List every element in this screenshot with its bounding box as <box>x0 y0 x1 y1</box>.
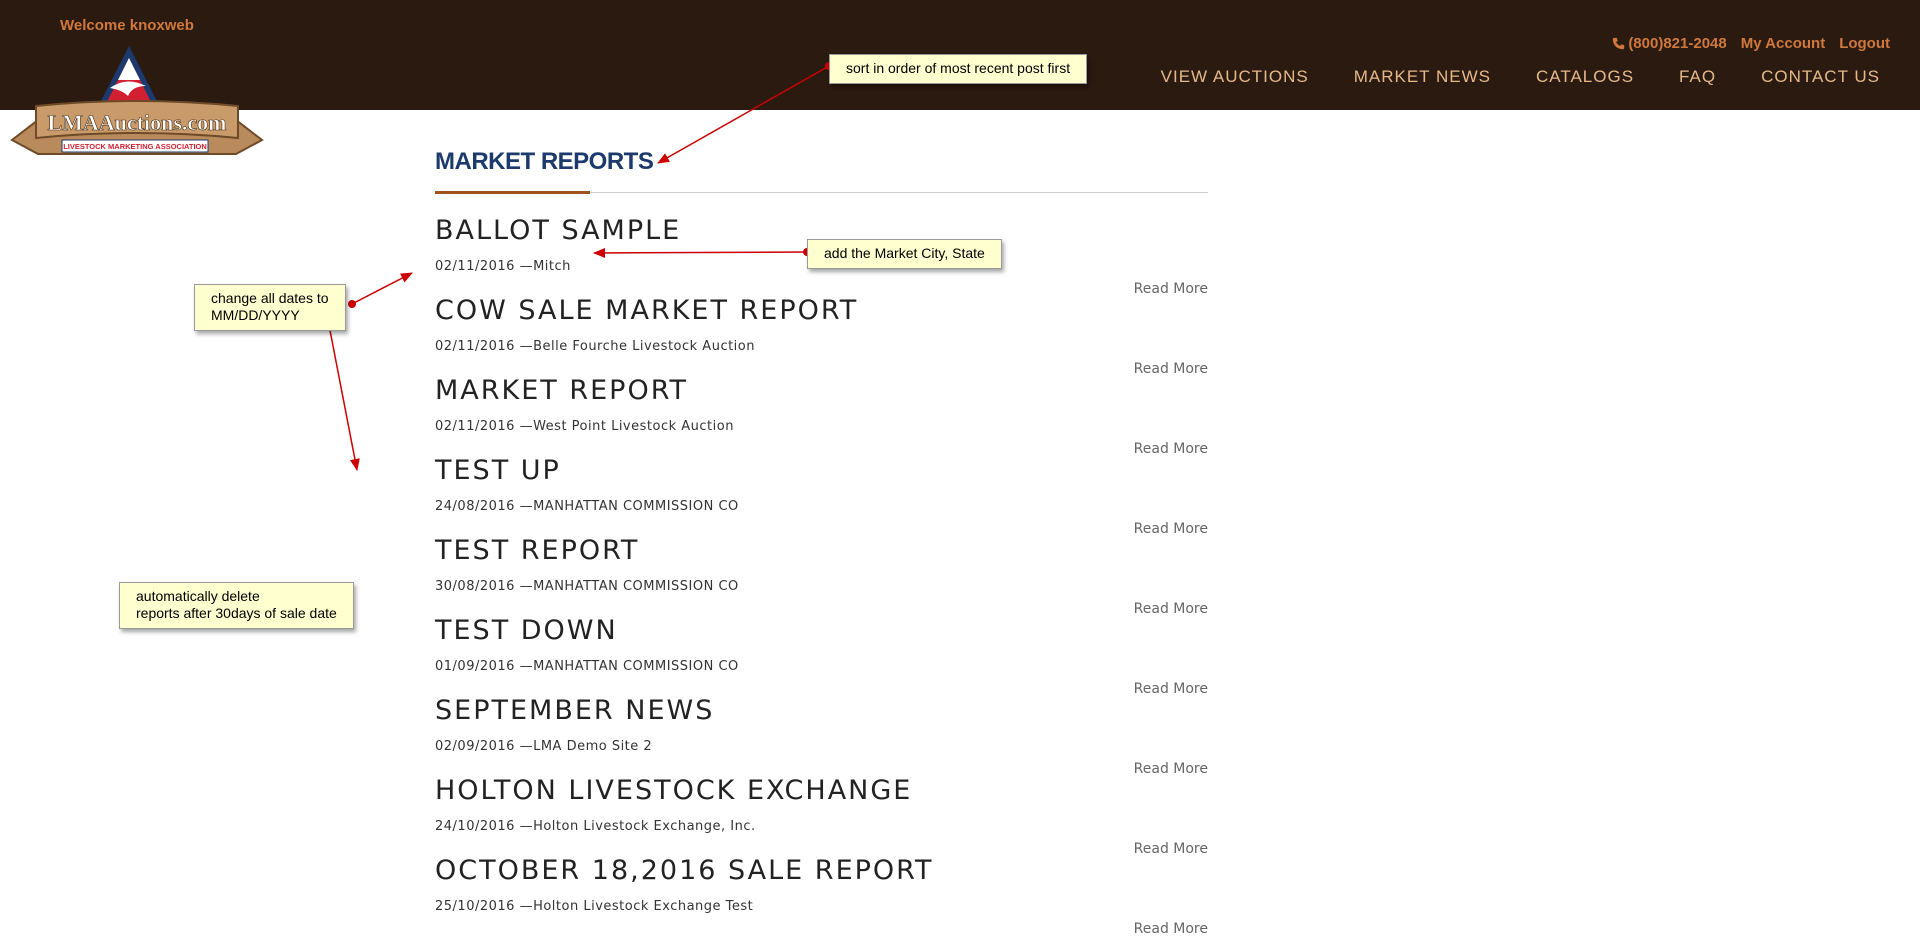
phone-icon <box>1613 37 1625 50</box>
report-title[interactable]: HOLTON LIVESTOCK EXCHANGE <box>435 775 912 806</box>
arrow-date-up-dot <box>348 300 356 308</box>
meta-separator: — <box>514 899 534 914</box>
arrow-date-up <box>351 272 413 305</box>
report-source: MANHATTAN COMMISSION CO <box>533 499 739 514</box>
annotation-city-state: add the Market City, State <box>807 239 1002 269</box>
my-account-link[interactable]: My Account <box>1741 35 1825 52</box>
report-title[interactable]: COW SALE MARKET REPORT <box>435 295 858 326</box>
logo-text: LMAAuctions.com <box>47 110 226 135</box>
arrow-date-down <box>327 319 360 471</box>
meta-separator: — <box>514 259 534 274</box>
report-item: OCTOBER 18,2016 SALE REPORT 25/10/2016 —H… <box>435 851 1208 937</box>
report-meta: 25/10/2016 —Holton Livestock Exchange Te… <box>435 899 753 914</box>
nav-view-auctions[interactable]: VIEW AUCTIONS <box>1161 67 1309 87</box>
meta-separator: — <box>514 739 534 754</box>
report-meta: 02/11/2016 —Mitch <box>435 259 571 274</box>
report-source: LMA Demo Site 2 <box>533 739 653 754</box>
nav-faq[interactable]: FAQ <box>1679 67 1716 87</box>
report-date: 30/08/2016 <box>435 579 515 594</box>
report-source: Mitch <box>533 259 571 274</box>
main-nav: VIEW AUCTIONS MARKET NEWS CATALOGS FAQ C… <box>1161 67 1880 87</box>
nav-contact-us[interactable]: CONTACT US <box>1761 67 1880 87</box>
report-item: TEST REPORT 30/08/2016 —MANHATTAN COMMISS… <box>435 531 1208 617</box>
report-date: 02/11/2016 <box>435 419 515 434</box>
phone-number: (800)821-2048 <box>1628 35 1727 52</box>
report-source: Belle Fourche Livestock Auction <box>533 339 755 354</box>
report-meta: 30/08/2016 —MANHATTAN COMMISSION CO <box>435 579 739 594</box>
report-source: West Point Livestock Auction <box>533 419 734 434</box>
report-date: 24/10/2016 <box>435 819 515 834</box>
page-title: MARKET REPORTS <box>435 148 654 175</box>
report-meta: 01/09/2016 —MANHATTAN COMMISSION CO <box>435 659 739 674</box>
report-title[interactable]: TEST REPORT <box>435 535 639 566</box>
report-date: 25/10/2016 <box>435 899 515 914</box>
meta-separator: — <box>514 339 534 354</box>
report-meta: 02/09/2016 —LMA Demo Site 2 <box>435 739 652 754</box>
report-title[interactable]: TEST UP <box>435 455 561 486</box>
nav-market-news[interactable]: MARKET NEWS <box>1354 67 1491 87</box>
report-title[interactable]: OCTOBER 18,2016 SALE REPORT <box>435 855 933 886</box>
report-source: MANHATTAN COMMISSION CO <box>533 579 739 594</box>
report-date: 02/11/2016 <box>435 259 515 274</box>
report-date: 01/09/2016 <box>435 659 515 674</box>
nav-catalogs[interactable]: CATALOGS <box>1536 67 1634 87</box>
report-item: MARKET REPORT 02/11/2016 —West Point Live… <box>435 371 1208 457</box>
report-title[interactable]: MARKET REPORT <box>435 375 688 406</box>
report-source: Holton Livestock Exchange, Inc. <box>533 819 756 834</box>
annotation-date-format: change all dates to MM/DD/YYYY <box>194 284 346 331</box>
report-item: TEST UP 24/08/2016 —MANHATTAN COMMISSION … <box>435 451 1208 537</box>
read-more-link[interactable]: Read More <box>1134 921 1208 937</box>
report-date: 24/08/2016 <box>435 499 515 514</box>
report-date: 02/11/2016 <box>435 339 515 354</box>
report-date: 02/09/2016 <box>435 739 515 754</box>
report-list: BALLOT SAMPLE 02/11/2016 —Mitch Read More C… <box>435 211 1208 937</box>
report-source: Holton Livestock Exchange Test <box>533 899 754 914</box>
report-source: MANHATTAN COMMISSION CO <box>533 659 739 674</box>
report-meta: 24/08/2016 —MANHATTAN COMMISSION CO <box>435 499 739 514</box>
report-item: SEPTEMBER NEWS 02/09/2016 —LMA Demo Site … <box>435 691 1208 777</box>
meta-separator: — <box>514 659 534 674</box>
report-item: TEST DOWN 01/09/2016 —MANHATTAN COMMISSIO… <box>435 611 1208 697</box>
report-meta: 02/11/2016 —Belle Fourche Livestock Auct… <box>435 339 755 354</box>
report-title[interactable]: BALLOT SAMPLE <box>435 215 681 246</box>
logo-subtext: LIVESTOCK MARKETING ASSOCIATION <box>63 142 207 151</box>
title-accent-bar <box>435 191 590 194</box>
report-title[interactable]: SEPTEMBER NEWS <box>435 695 714 726</box>
welcome-message: Welcome knoxweb <box>60 17 194 34</box>
report-item: HOLTON LIVESTOCK EXCHANGE 24/10/2016 —Hol… <box>435 771 1208 857</box>
report-item: COW SALE MARKET REPORT 02/11/2016 —Belle … <box>435 291 1208 377</box>
annotation-auto-delete: automatically delete reports after 30day… <box>119 582 354 629</box>
report-meta: 02/11/2016 —West Point Livestock Auction <box>435 419 734 434</box>
meta-separator: — <box>514 499 534 514</box>
lma-logo[interactable]: LMAAuctions.com LIVESTOCK MARKETING ASSO… <box>6 40 266 165</box>
meta-separator: — <box>514 819 534 834</box>
report-title[interactable]: TEST DOWN <box>435 615 618 646</box>
meta-separator: — <box>514 419 534 434</box>
phone-link[interactable]: (800)821-2048 <box>1612 35 1727 52</box>
logout-link[interactable]: Logout <box>1839 35 1890 52</box>
report-meta: 24/10/2016 —Holton Livestock Exchange, I… <box>435 819 756 834</box>
annotation-sort: sort in order of most recent post first <box>829 54 1088 84</box>
meta-separator: — <box>514 579 534 594</box>
utility-links: (800)821-2048 My Account Logout <box>1612 35 1890 52</box>
